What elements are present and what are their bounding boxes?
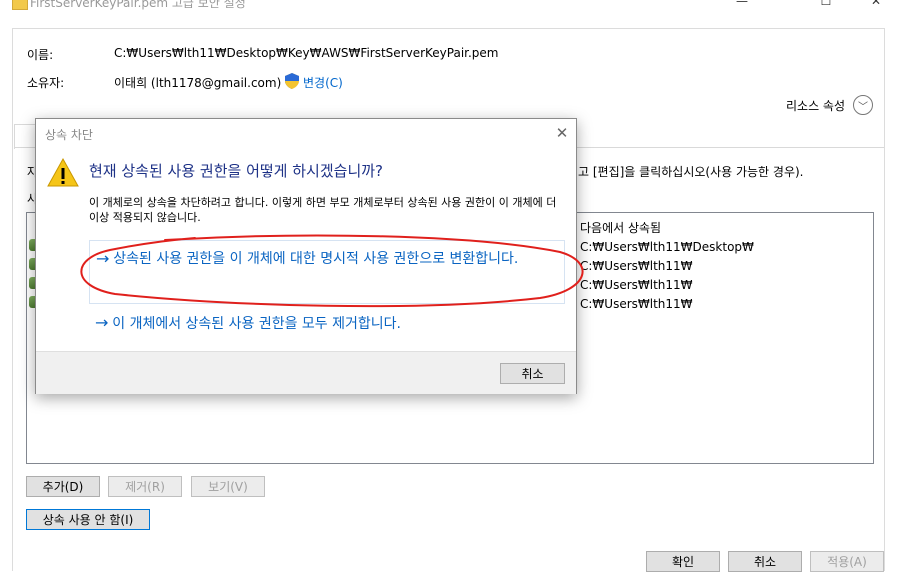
dialog-heading: 현재 상속된 사용 권한을 어떻게 하시겠습니까? bbox=[89, 162, 384, 180]
window-title: FirstServerKeyPair.pem 고급 보안 설정 bbox=[30, 0, 246, 10]
owner-label: 소유자: bbox=[27, 76, 65, 90]
remove-button[interactable]: 제거(R) bbox=[108, 476, 182, 497]
dialog-close-button[interactable]: ✕ bbox=[552, 123, 572, 143]
entry-inherited-from[interactable]: C:₩Users₩lth11₩ bbox=[580, 259, 693, 273]
instruction-text: 고 [편집]을 클릭하십시오(사용 가능한 경우). bbox=[578, 165, 804, 179]
ok-button[interactable]: 확인 bbox=[646, 551, 720, 572]
title-bar: FirstServerKeyPair.pem 고급 보안 설정 — ☐ ✕ bbox=[0, 0, 902, 12]
resource-props-label: 리소스 속성 bbox=[786, 99, 846, 113]
arrow-right-icon: → bbox=[96, 249, 110, 268]
add-button[interactable]: 추가(D) bbox=[26, 476, 100, 497]
apply-button[interactable]: 적용(A) bbox=[810, 551, 884, 572]
view-button[interactable]: 보기(V) bbox=[191, 476, 265, 497]
frame-left bbox=[12, 28, 13, 571]
expand-resource-props-button[interactable]: ﹀ bbox=[853, 95, 873, 115]
dialog-title: 상속 차단 bbox=[45, 128, 93, 142]
disable-inheritance-button[interactable]: 상속 사용 안 함(I) bbox=[26, 509, 150, 530]
dialog-description: 이 개체로의 상속을 차단하려고 합니다. 이렇게 하면 부모 개체로부터 상속… bbox=[89, 196, 557, 224]
maximize-button[interactable]: ☐ bbox=[806, 0, 846, 10]
inherited-from-header[interactable]: 다음에서 상속됨 bbox=[580, 219, 661, 236]
owner-value: 이태희 (lth1178@gmail.com) bbox=[114, 76, 282, 90]
entry-inherited-from[interactable]: C:₩Users₩lth11₩ bbox=[580, 278, 693, 292]
change-owner-link[interactable]: 변경(C) bbox=[303, 74, 343, 91]
dialog-footer: 취소 bbox=[36, 351, 576, 394]
close-window-button[interactable]: ✕ bbox=[856, 0, 896, 10]
frame-top bbox=[12, 28, 884, 29]
entry-inherited-from[interactable]: C:₩Users₩lth11₩Desktop₩ bbox=[580, 240, 754, 254]
warning-icon bbox=[47, 157, 79, 187]
dialog-cancel-button[interactable]: 취소 bbox=[500, 363, 565, 384]
name-label: 이름: bbox=[27, 48, 54, 62]
frame-right bbox=[884, 28, 885, 571]
name-value: C:₩Users₩lth11₩Desktop₩Key₩AWS₩FirstServ… bbox=[114, 46, 499, 60]
convert-permissions-text: 상속된 사용 권한을 이 개체에 대한 명시적 사용 권한으로 변환합니다. bbox=[113, 251, 519, 267]
shield-icon bbox=[285, 73, 299, 89]
remove-permissions-text: 이 개체에서 상속된 사용 권한을 모두 제거합니다. bbox=[112, 316, 401, 332]
arrow-right-icon: → bbox=[95, 313, 109, 332]
chevron-down-icon: ﹀ bbox=[858, 101, 868, 113]
block-inheritance-dialog: 상속 차단 ✕ 현재 상속된 사용 권한을 어떻게 하시겠습니까? 이 개체로의… bbox=[35, 118, 577, 394]
minimize-button[interactable]: — bbox=[722, 0, 762, 10]
convert-permissions-option[interactable]: → 상속된 사용 권한을 이 개체에 대한 명시적 사용 권한으로 변환합니다. bbox=[89, 240, 565, 304]
entry-inherited-from[interactable]: C:₩Users₩lth11₩ bbox=[580, 297, 693, 311]
cancel-button[interactable]: 취소 bbox=[728, 551, 802, 572]
folder-icon bbox=[12, 0, 28, 10]
remove-permissions-option[interactable]: → 이 개체에서 상속된 사용 권한을 모두 제거합니다. bbox=[95, 313, 565, 335]
